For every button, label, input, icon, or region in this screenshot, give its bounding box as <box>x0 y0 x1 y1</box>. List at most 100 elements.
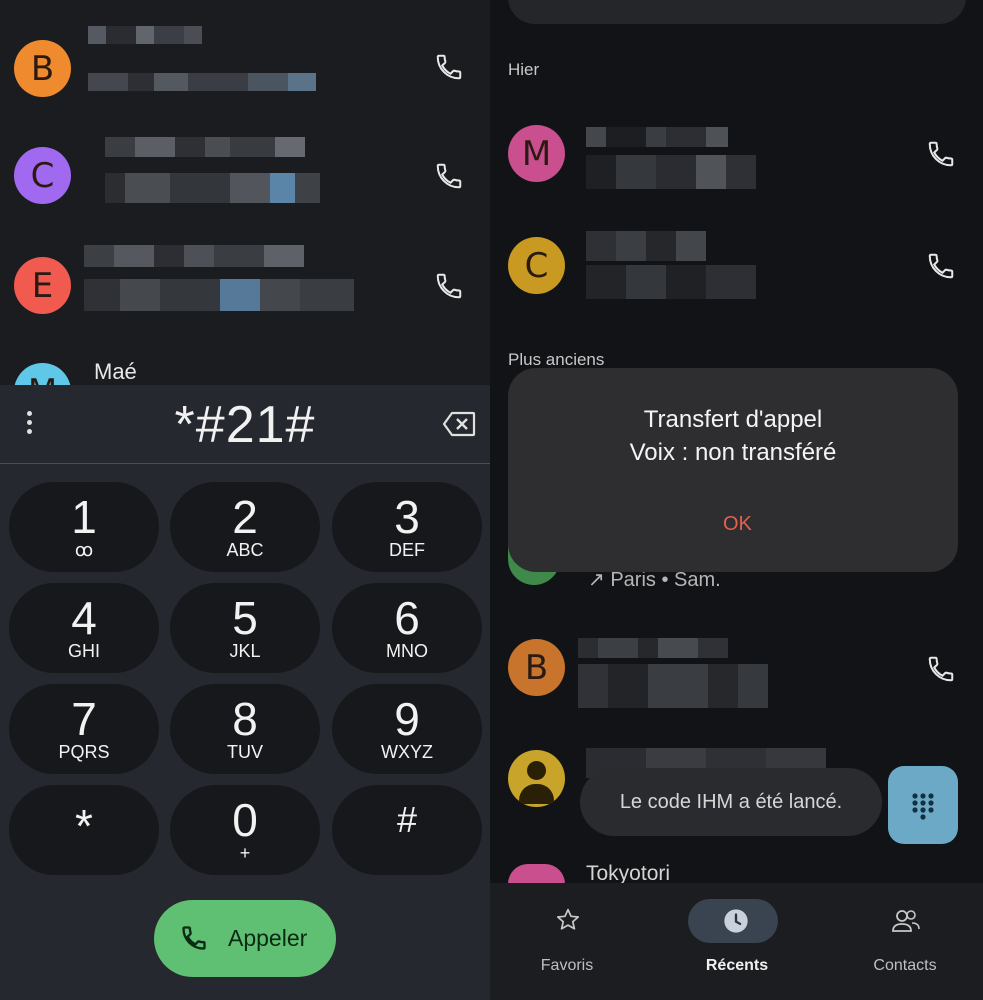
dialed-number[interactable]: *#21# <box>0 395 490 455</box>
key-6[interactable]: 6 MNO <box>332 583 482 673</box>
dialer-screen: B C E M Maé <box>0 0 490 1000</box>
key-letters: WXYZ <box>381 742 433 762</box>
nav-recents[interactable]: Récents <box>662 883 812 1000</box>
avatar-initial: B <box>524 647 549 688</box>
call-label: Appeler <box>228 925 308 951</box>
contact-row[interactable]: E <box>0 235 490 335</box>
redacted-name <box>88 26 202 44</box>
redacted-name <box>84 245 304 267</box>
section-header-yesterday: Hier <box>508 60 540 79</box>
key-hash[interactable]: # <box>332 785 482 875</box>
redacted-detail <box>88 73 316 91</box>
key-2[interactable]: 2 ABC <box>170 482 320 572</box>
avatar: E <box>14 257 71 314</box>
key-1[interactable]: 1ꝏ <box>9 482 159 572</box>
avatar-initial: E <box>31 265 54 306</box>
call-forwarding-dialog: Transfert d'appel Voix : non transféré O… <box>508 368 958 572</box>
key-4[interactable]: 4 GHI <box>9 583 159 673</box>
key-5[interactable]: 5 JKL <box>170 583 320 673</box>
person-icon <box>508 750 565 807</box>
key-digit: 4 <box>71 592 97 644</box>
star-icon <box>556 908 580 930</box>
key-letters: GHI <box>67 641 100 661</box>
avatar: B <box>14 40 71 97</box>
redacted-detail <box>84 279 354 311</box>
key-letters: TUV <box>227 742 263 762</box>
key-0[interactable]: 0 + <box>170 785 320 875</box>
dial-display: *#21# <box>0 385 490 464</box>
redacted-detail <box>578 664 768 708</box>
avatar <box>508 864 565 884</box>
avatar-initial: M <box>521 133 552 174</box>
key-letters: + <box>239 843 251 863</box>
voicemail-icon: ꝏ <box>74 540 94 560</box>
contact-row[interactable]: B <box>0 18 490 118</box>
nav-favorites[interactable]: Favoris <box>492 883 642 1000</box>
bottom-navigation: Favoris Récents Contacts <box>490 883 983 1000</box>
recents-screen: Hier M C Plus anciens ↗ Paris • Sam. B T… <box>490 0 983 1000</box>
redacted-name <box>105 137 305 157</box>
key-digit: 2 <box>232 491 258 543</box>
key-8[interactable]: 8 TUV <box>170 684 320 774</box>
call-log-row[interactable]: M <box>490 105 983 205</box>
key-digit: 8 <box>232 693 258 745</box>
redacted-name <box>586 127 728 147</box>
phone-icon[interactable] <box>926 654 956 684</box>
key-digit: 9 <box>394 693 420 745</box>
avatar: B <box>508 639 565 696</box>
avatar-initial: B <box>30 48 55 89</box>
contact-name: Maé <box>94 359 137 384</box>
dialog-title: Transfert d'appel <box>643 406 823 433</box>
key-digit: * <box>75 800 93 852</box>
key-7[interactable]: 7 PQRS <box>9 684 159 774</box>
ok-button[interactable]: OK <box>723 513 752 536</box>
dialog-message: Voix : non transféré <box>629 439 837 466</box>
key-letters: PQRS <box>58 742 110 762</box>
redacted-detail <box>586 155 756 189</box>
dialpad: *#21# 1ꝏ 2 ABC 3 DEF 4 GHI 5 JKL 6 MNO 7 PQRS … <box>0 385 490 1000</box>
clock-icon <box>724 909 748 933</box>
key-digit: 3 <box>394 491 420 543</box>
key-digit: 5 <box>232 592 258 644</box>
toast-message: Le code IHM a été lancé. <box>580 768 882 836</box>
backspace-icon[interactable] <box>442 411 476 437</box>
phone-icon <box>182 926 206 950</box>
key-9[interactable]: 9 WXYZ <box>332 684 482 774</box>
search-bar[interactable] <box>508 0 966 24</box>
section-header-older: Plus anciens <box>508 350 605 369</box>
key-digit: 6 <box>394 592 420 644</box>
phone-icon[interactable] <box>926 139 956 169</box>
phone-icon[interactable] <box>434 161 464 191</box>
redacted-detail <box>105 173 320 203</box>
dialpad-fab[interactable] <box>888 766 958 844</box>
phone-icon[interactable] <box>434 52 464 82</box>
key-digit: # <box>396 799 418 840</box>
nav-label: Contacts <box>873 957 937 974</box>
key-digit: 0 <box>232 794 258 846</box>
key-digit: 1 <box>71 491 97 543</box>
key-letters: DEF <box>389 540 425 560</box>
key-digit: 7 <box>71 693 97 745</box>
redacted-detail <box>586 265 756 299</box>
redacted-name <box>586 231 706 261</box>
key-letters: ABC <box>226 540 264 560</box>
redacted-name <box>578 638 728 658</box>
nav-label: Favoris <box>540 957 594 974</box>
key-3[interactable]: 3 DEF <box>332 482 482 572</box>
key-letters: MNO <box>386 641 428 661</box>
avatar: C <box>508 237 565 294</box>
contacts-icon <box>892 910 920 932</box>
key-star[interactable]: * <box>9 785 159 875</box>
phone-icon[interactable] <box>926 251 956 281</box>
nav-label: Récents <box>705 957 769 974</box>
avatar-initial: C <box>524 245 549 286</box>
nav-contacts[interactable]: Contacts <box>830 883 980 1000</box>
avatar-initial: C <box>30 155 55 196</box>
call-button[interactable]: Appeler <box>154 900 336 977</box>
call-log-row[interactable]: C <box>490 215 983 315</box>
phone-icon[interactable] <box>434 271 464 301</box>
dialpad-icon <box>912 793 934 820</box>
key-letters: JKL <box>229 641 261 661</box>
call-log-row[interactable]: B <box>490 618 983 718</box>
contact-row[interactable]: C <box>0 125 490 225</box>
